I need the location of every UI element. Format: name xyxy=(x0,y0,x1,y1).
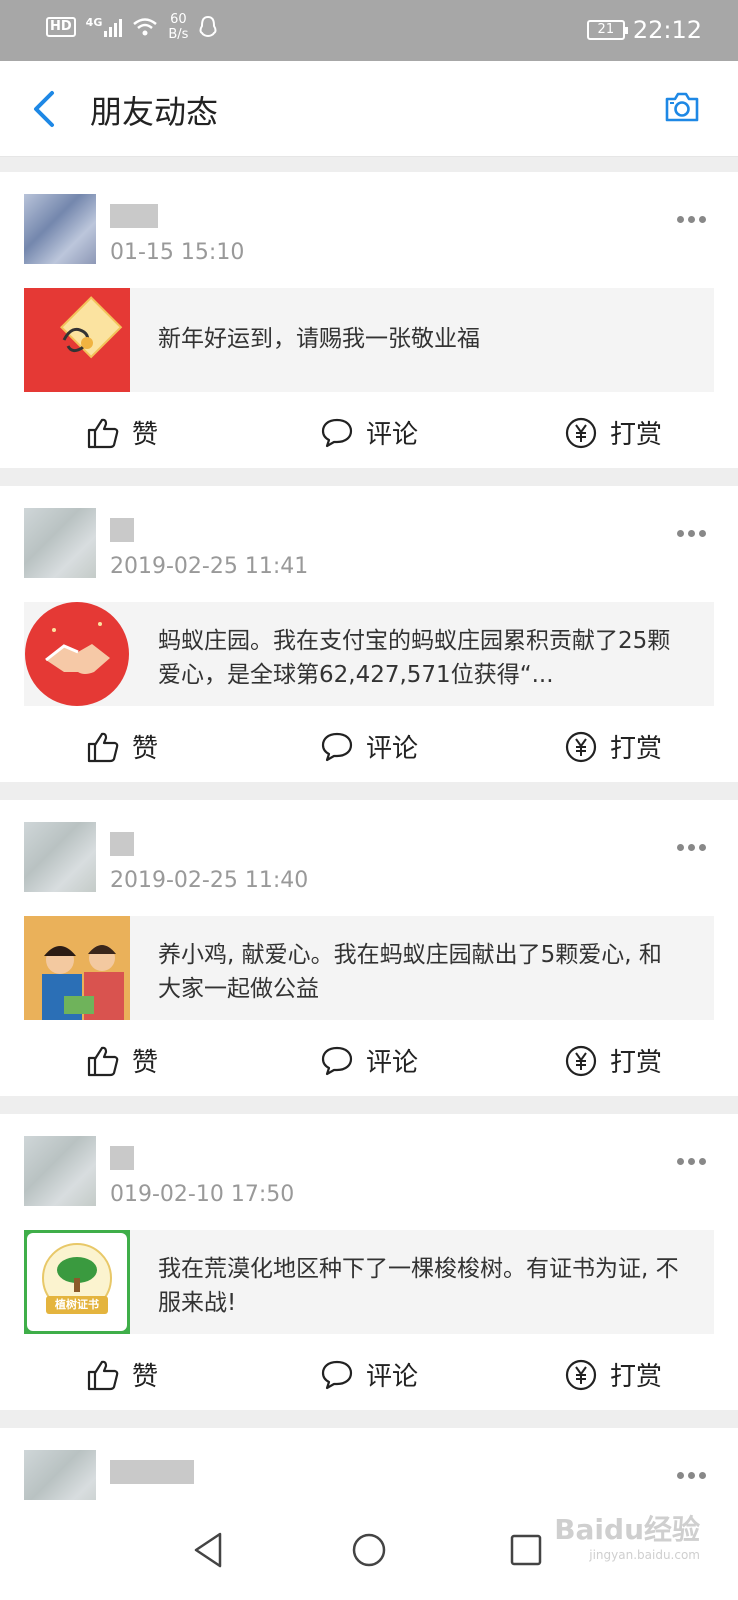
yen-coin-icon xyxy=(565,1045,597,1076)
watermark-brand: Baidu经验 xyxy=(554,1513,700,1546)
avatar[interactable] xyxy=(24,508,96,578)
reward-label: 打赏 xyxy=(610,420,663,450)
chevron-left-icon[interactable] xyxy=(26,87,66,131)
thumbs-up-icon xyxy=(87,1046,119,1076)
shared-content[interactable]: 养小鸡, 献爱心。我在蚂蚁庄园献出了5颗爱心, 和大家一起做公益 xyxy=(24,916,714,1020)
signal-icon xyxy=(104,17,123,37)
comment-icon xyxy=(321,732,353,761)
watermark: Baidu经验 jingyan.baidu.com xyxy=(554,1508,700,1562)
like-label: 赞 xyxy=(132,1362,159,1392)
network-type: 4G xyxy=(85,16,103,29)
shared-content[interactable]: 蚂蚁庄园。我在支付宝的蚂蚁庄园累积贡献了25颗爱心，是全球第62,427,571… xyxy=(24,602,714,706)
reward-button[interactable]: 打赏 xyxy=(564,414,662,451)
username-blurred[interactable] xyxy=(110,204,158,228)
handshake-thumbnail xyxy=(24,602,130,706)
comment-label: 评论 xyxy=(366,1362,419,1392)
avatar[interactable] xyxy=(24,1136,96,1206)
comment-button[interactable]: 评论 xyxy=(320,728,418,765)
like-label: 赞 xyxy=(132,1048,159,1078)
page-title: 朋友动态 xyxy=(90,93,219,131)
qq-icon xyxy=(199,15,217,38)
yen-coin-icon xyxy=(565,417,597,448)
hd-indicator: HD xyxy=(46,17,76,37)
content-text: 养小鸡, 献爱心。我在蚂蚁庄园献出了5颗爱心, 和大家一起做公益 xyxy=(158,942,662,1002)
username-blurred[interactable] xyxy=(110,1460,194,1484)
comment-label: 评论 xyxy=(366,734,419,764)
back-triangle-icon[interactable] xyxy=(182,1522,238,1578)
like-button[interactable]: 赞 xyxy=(86,1356,158,1393)
reward-button[interactable]: 打赏 xyxy=(564,1042,662,1079)
reward-button[interactable]: 打赏 xyxy=(564,728,662,765)
reward-button[interactable]: 打赏 xyxy=(564,1356,662,1393)
content-text: 蚂蚁庄园。我在支付宝的蚂蚁庄园累积贡献了25颗爱心，是全球第62,427,571… xyxy=(158,628,671,688)
thumbs-up-icon xyxy=(87,418,119,448)
post-time: 01-15 15:10 xyxy=(110,240,245,265)
like-button[interactable]: 赞 xyxy=(86,1042,158,1079)
tree-certificate-thumbnail: 植树证书 xyxy=(24,1230,130,1334)
comment-label: 评论 xyxy=(366,420,419,450)
feed-card: 2019-02-25 11:41 蚂蚁庄园。我在支付宝的蚂蚁庄园累积贡献了25颗… xyxy=(0,486,738,782)
more-icon[interactable] xyxy=(677,844,706,851)
action-bar: 赞 评论 打赏 xyxy=(0,398,738,468)
comment-button[interactable]: 评论 xyxy=(320,1042,418,1079)
post-time: 2019-02-25 11:41 xyxy=(110,554,309,579)
username-blurred[interactable] xyxy=(110,518,134,542)
shared-content[interactable]: 新年好运到，请赐我一张敬业福 xyxy=(24,288,714,392)
reward-label: 打赏 xyxy=(610,1362,663,1392)
shared-content[interactable]: 植树证书 我在荒漠化地区种下了一棵梭梭树。有证书为证, 不服来战! xyxy=(24,1230,714,1334)
network-speed: 60 B/s xyxy=(168,12,189,42)
like-label: 赞 xyxy=(132,420,159,450)
comment-label: 评论 xyxy=(366,1048,419,1078)
certificate-label: 植树证书 xyxy=(55,1298,99,1311)
yen-coin-icon xyxy=(565,731,597,762)
kids-photo-thumbnail xyxy=(24,916,130,1020)
action-bar: 赞 评论 打赏 xyxy=(0,712,738,782)
status-bar: HD 4G 60 B/s 21 22:12 xyxy=(0,0,738,61)
username-blurred[interactable] xyxy=(110,832,134,856)
clock: 22:12 xyxy=(632,16,702,44)
like-button[interactable]: 赞 xyxy=(86,728,158,765)
battery-icon: 21 xyxy=(586,20,628,40)
thumbs-up-icon xyxy=(87,732,119,762)
camera-icon[interactable] xyxy=(664,91,700,123)
comment-button[interactable]: 评论 xyxy=(320,414,418,451)
content-text: 我在荒漠化地区种下了一棵梭梭树。有证书为证, 不服来战! xyxy=(158,1256,679,1316)
more-icon[interactable] xyxy=(677,1472,706,1479)
watermark-url: jingyan.baidu.com xyxy=(589,1548,700,1562)
more-icon[interactable] xyxy=(677,530,706,537)
feed-card: 2019-02-25 11:40 养小鸡, 献爱心。我在蚂蚁庄园献出了5颗爱心,… xyxy=(0,800,738,1096)
home-circle-icon[interactable] xyxy=(341,1522,397,1578)
thumbs-up-icon xyxy=(87,1360,119,1390)
like-label: 赞 xyxy=(132,734,159,764)
action-bar: 赞 评论 打赏 xyxy=(0,1340,738,1410)
username-blurred[interactable] xyxy=(110,1146,134,1170)
avatar[interactable] xyxy=(24,822,96,892)
fortune-card-thumbnail xyxy=(24,288,130,392)
header-bar: 朋友动态 xyxy=(0,61,738,157)
post-time: 2019-02-25 11:40 xyxy=(110,868,309,893)
feed-card: 019-02-10 17:50 植树证书 我在荒漠化地区种下了一棵梭梭树。有证书… xyxy=(0,1114,738,1410)
content-text: 新年好运到，请赐我一张敬业福 xyxy=(158,326,480,352)
reward-label: 打赏 xyxy=(610,1048,663,1078)
action-bar: 赞 评论 打赏 xyxy=(0,1026,738,1096)
comment-icon xyxy=(321,1360,353,1389)
comment-icon xyxy=(321,1046,353,1075)
post-time: 019-02-10 17:50 xyxy=(110,1182,295,1207)
reward-label: 打赏 xyxy=(610,734,663,764)
recents-square-icon[interactable] xyxy=(498,1522,554,1578)
more-icon[interactable] xyxy=(677,1158,706,1165)
yen-coin-icon xyxy=(565,1359,597,1390)
comment-icon xyxy=(321,418,353,447)
like-button[interactable]: 赞 xyxy=(86,414,158,451)
avatar[interactable] xyxy=(24,194,96,264)
more-icon[interactable] xyxy=(677,216,706,223)
comment-button[interactable]: 评论 xyxy=(320,1356,418,1393)
feed-card: 01-15 15:10 新年好运到，请赐我一张敬业福 赞 评论 打赏 xyxy=(0,172,738,468)
wifi-icon xyxy=(133,18,158,36)
